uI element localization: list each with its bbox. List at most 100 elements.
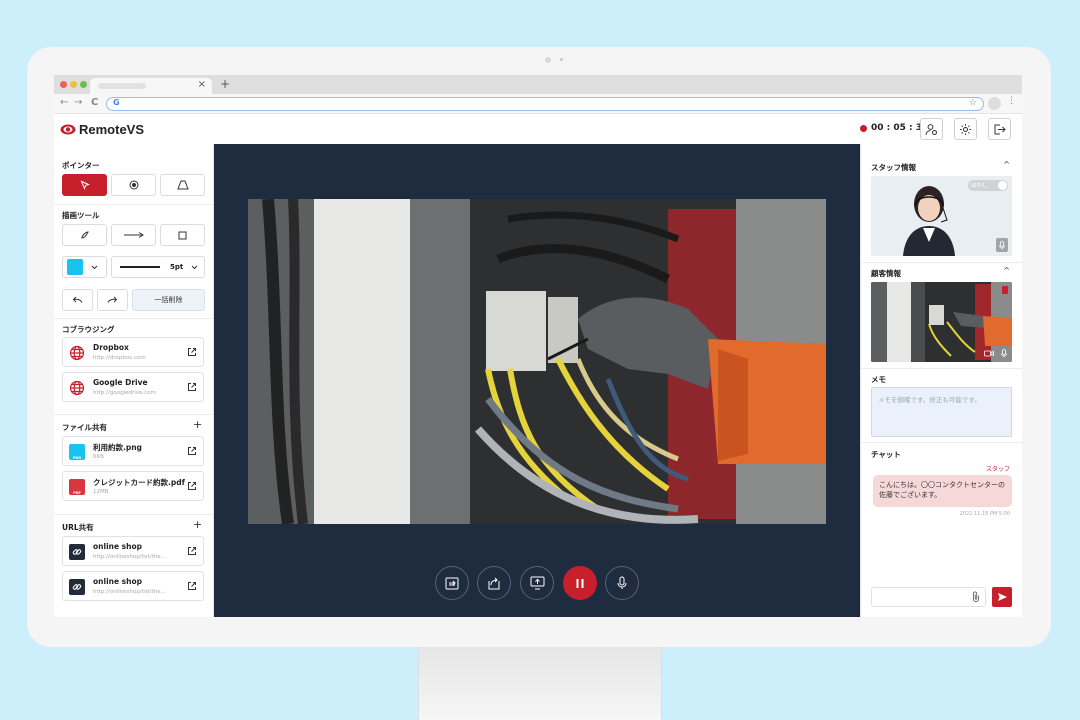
color-swatch bbox=[67, 259, 83, 275]
line-width-select[interactable]: 5pt bbox=[111, 256, 205, 278]
monitor-stand bbox=[418, 647, 662, 720]
cobrowsing-item-dropbox[interactable]: Dropbox http://dropbox.com bbox=[62, 337, 204, 367]
cobrowsing-item-googledrive[interactable]: Google Drive http://googledrive.com bbox=[62, 372, 204, 402]
chat-message-bubble: こんにちは。〇〇コンタクトセンターの 佐藤でございます。 bbox=[873, 475, 1012, 507]
file-item[interactable]: PNG 利用約款.png 6KB bbox=[62, 436, 204, 466]
dot-pointer-button[interactable] bbox=[111, 174, 156, 196]
chevron-up-icon[interactable]: ^ bbox=[1003, 160, 1010, 169]
external-link-icon[interactable] bbox=[187, 446, 197, 456]
rectangle-tool-button[interactable] bbox=[160, 224, 205, 246]
clear-all-button[interactable]: 一括削除 bbox=[132, 289, 205, 311]
profile-avatar[interactable] bbox=[988, 97, 1001, 110]
settings-button[interactable] bbox=[954, 118, 977, 140]
chevron-up-icon[interactable]: ^ bbox=[1003, 266, 1010, 275]
add-file-icon[interactable]: + bbox=[193, 418, 202, 431]
forward-icon[interactable]: → bbox=[74, 97, 82, 108]
paperclip-icon[interactable] bbox=[972, 591, 980, 602]
screen-share-button[interactable] bbox=[520, 566, 554, 600]
camera-icon bbox=[984, 350, 994, 357]
target-pointer-icon bbox=[129, 180, 138, 190]
chevron-down-icon bbox=[191, 265, 198, 269]
freehand-tool-button[interactable] bbox=[62, 224, 107, 246]
undo-button[interactable] bbox=[62, 289, 93, 311]
url-item[interactable]: online shop http://onlineshop/list/the..… bbox=[62, 536, 204, 566]
minimize-window-button[interactable] bbox=[70, 81, 77, 88]
arrow-cursor-icon bbox=[80, 180, 90, 190]
staff-video: ぼかし bbox=[871, 176, 1012, 256]
divider bbox=[54, 204, 214, 205]
left-tool-panel: ポインター 描画ツール 5pt 一括削除 コブラウジング Dropbox htt… bbox=[54, 144, 214, 617]
undo-icon bbox=[72, 296, 83, 303]
external-link-icon[interactable] bbox=[187, 481, 197, 491]
chat-input[interactable] bbox=[871, 587, 986, 607]
chat-label: チャット bbox=[871, 450, 901, 459]
toggle-knob bbox=[998, 181, 1007, 190]
microphone-icon bbox=[1001, 349, 1007, 358]
address-bar[interactable]: G ☆ bbox=[106, 97, 984, 111]
pdf-file-icon: PDF bbox=[69, 479, 85, 495]
file-size: 6KB bbox=[93, 454, 104, 460]
url-title: online shop bbox=[93, 577, 142, 586]
back-icon[interactable]: ← bbox=[60, 97, 68, 108]
microphone-button[interactable] bbox=[605, 566, 639, 600]
divider bbox=[54, 514, 214, 515]
arrow-pointer-button[interactable] bbox=[62, 174, 107, 196]
divider bbox=[54, 318, 214, 319]
url-address: http://onlineshop/list/the... bbox=[93, 589, 166, 595]
clear-all-label: 一括削除 bbox=[154, 296, 183, 304]
memo-textarea[interactable]: メモを御確です。修正も可能です。 bbox=[871, 387, 1012, 437]
close-window-button[interactable] bbox=[60, 81, 67, 88]
tab-close-icon[interactable]: × bbox=[198, 79, 206, 90]
browser-menu-icon[interactable]: ⋮ bbox=[1007, 96, 1016, 106]
file-size: 12MB bbox=[93, 489, 109, 495]
screen: × + ← → C G ☆ ⋮ RemoteVS 00 : 05 : 32 ポイ… bbox=[54, 75, 1022, 617]
switch-camera-button[interactable] bbox=[435, 566, 469, 600]
blur-toggle-label: ぼかし bbox=[971, 183, 988, 189]
redo-button[interactable] bbox=[97, 289, 128, 311]
webcam bbox=[545, 57, 551, 63]
browser-tab[interactable]: × bbox=[90, 78, 212, 94]
add-url-icon[interactable]: + bbox=[193, 518, 202, 531]
chat-timestamp: 2022.11.15 PM 5:00 bbox=[959, 511, 1010, 517]
url-item[interactable]: online shop http://onlineshop/list/the..… bbox=[62, 571, 204, 601]
file-share-label: ファイル共有 bbox=[62, 423, 107, 432]
file-name: 利用約款.png bbox=[93, 443, 142, 452]
file-type-badge: PDF bbox=[73, 491, 81, 495]
new-tab-button[interactable]: + bbox=[220, 77, 230, 91]
reload-icon[interactable]: C bbox=[91, 97, 98, 108]
logout-button[interactable] bbox=[988, 118, 1011, 140]
bookmark-star-icon[interactable]: ☆ bbox=[969, 98, 977, 108]
memo-label: メモ bbox=[871, 375, 886, 384]
browser-tabbar: × + bbox=[54, 75, 1022, 94]
staff-info-label: スタッフ情報 bbox=[871, 163, 916, 172]
customer-video-stream[interactable] bbox=[248, 199, 826, 524]
logo-text: RemoteVS bbox=[79, 122, 145, 137]
arrow-tool-button[interactable] bbox=[111, 224, 156, 246]
pause-button[interactable] bbox=[563, 566, 597, 600]
pen-icon bbox=[80, 231, 89, 239]
external-link-icon[interactable] bbox=[187, 581, 197, 591]
blur-toggle[interactable]: ぼかし bbox=[968, 180, 1008, 191]
tab-title bbox=[98, 83, 146, 89]
globe-icon bbox=[69, 345, 85, 361]
external-link-icon[interactable] bbox=[187, 382, 197, 392]
gear-icon bbox=[960, 123, 971, 135]
spotlight-icon bbox=[176, 180, 189, 190]
file-name: クレジットカード約款.pdf bbox=[93, 478, 185, 487]
chat-message-line: 佐藤でございます。 bbox=[879, 491, 942, 499]
microphone-icon bbox=[617, 576, 627, 589]
divider bbox=[861, 368, 1022, 369]
external-link-icon[interactable] bbox=[187, 347, 197, 357]
color-picker[interactable] bbox=[62, 256, 107, 278]
external-link-icon[interactable] bbox=[187, 546, 197, 556]
file-item[interactable]: PDF クレジットカード約款.pdf 12MB bbox=[62, 471, 204, 501]
share-file-button[interactable] bbox=[477, 566, 511, 600]
user-settings-button[interactable] bbox=[920, 118, 943, 140]
square-icon bbox=[178, 231, 187, 239]
send-message-button[interactable] bbox=[992, 587, 1012, 607]
memo-placeholder: メモを御確です。修正も可能です。 bbox=[878, 396, 981, 404]
spotlight-pointer-button[interactable] bbox=[160, 174, 205, 196]
maximize-window-button[interactable] bbox=[80, 81, 87, 88]
url-address: http://onlineshop/list/the... bbox=[93, 554, 166, 560]
chevron-down-icon bbox=[91, 265, 98, 269]
